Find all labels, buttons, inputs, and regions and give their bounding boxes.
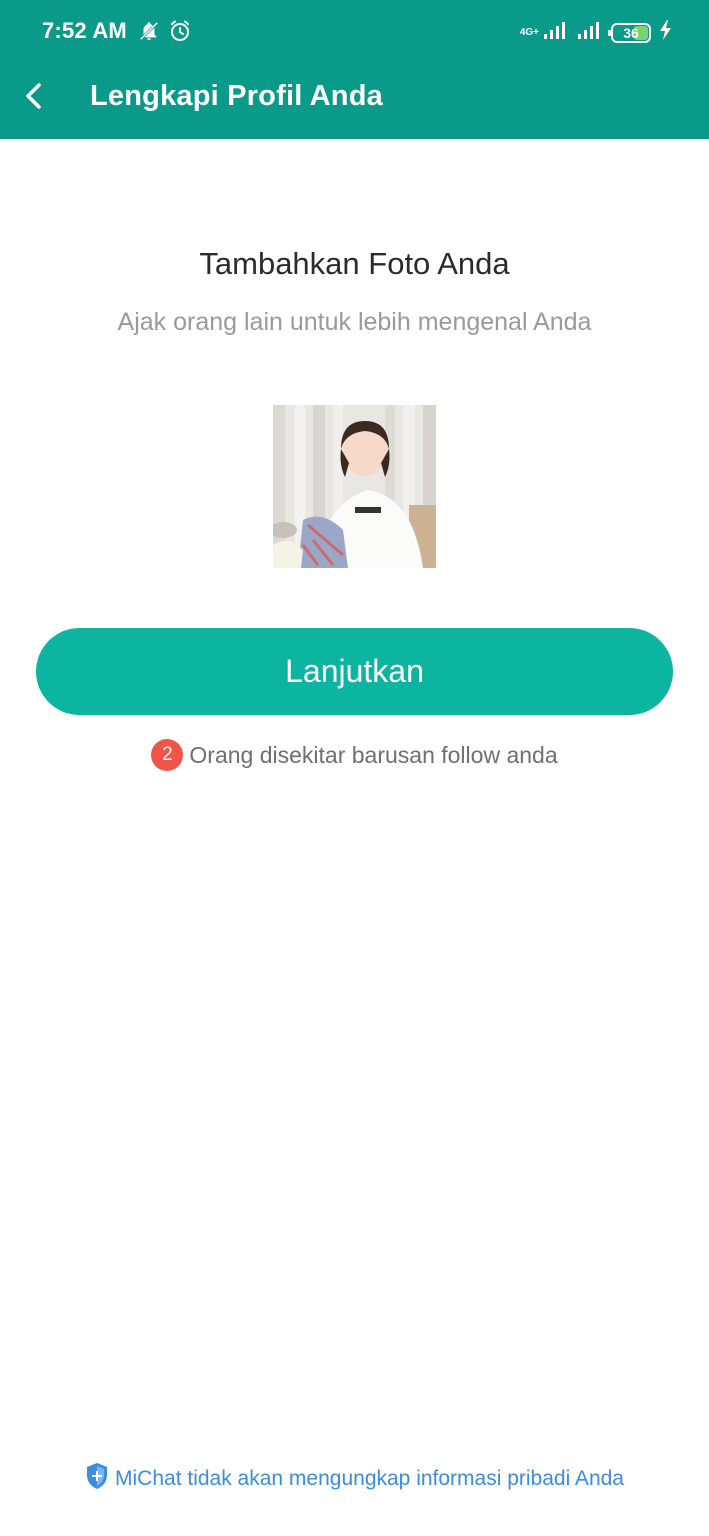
nav-bar: Lengkapi Profil Anda: [0, 64, 709, 139]
profile-photo[interactable]: [273, 405, 436, 568]
privacy-notice[interactable]: MiChat tidak akan mengungkap informasi p…: [0, 1462, 709, 1495]
notifications-off-icon: [138, 20, 160, 47]
signal-icon: [577, 20, 603, 45]
charging-icon: [659, 20, 673, 45]
status-time: 7:52 AM: [42, 18, 127, 43]
follow-notice-text: Orang disekitar barusan follow anda: [189, 741, 558, 768]
follow-count-badge: 2: [151, 739, 184, 771]
add-photo-heading: Tambahkan Foto Anda: [199, 246, 510, 281]
battery-level: 36: [623, 24, 639, 41]
follow-notice: 2 Orang disekitar barusan follow anda: [0, 739, 709, 771]
battery-icon: 36: [608, 22, 651, 43]
status-bar: 7:52 AM 4G+ 36: [0, 0, 709, 64]
alarm-icon: [168, 19, 192, 48]
continue-button[interactable]: Lanjutkan: [36, 628, 673, 715]
app-header: 7:52 AM 4G+ 36 Lengkapi Profil Anda: [0, 0, 709, 139]
shield-icon: [85, 1462, 109, 1495]
signal-icon: [543, 20, 569, 45]
add-photo-subheading: Ajak orang lain untuk lebih mengenal And…: [117, 308, 592, 336]
back-arrow-icon: [23, 82, 45, 115]
back-button[interactable]: [12, 76, 56, 120]
privacy-notice-text[interactable]: MiChat tidak akan mengungkap informasi p…: [115, 1467, 624, 1491]
network-type-label: 4G+: [519, 26, 539, 38]
status-icons-left: [138, 19, 192, 48]
page-title: Lengkapi Profil Anda: [90, 80, 383, 112]
status-icons-right: 4G+ 36: [520, 20, 673, 45]
